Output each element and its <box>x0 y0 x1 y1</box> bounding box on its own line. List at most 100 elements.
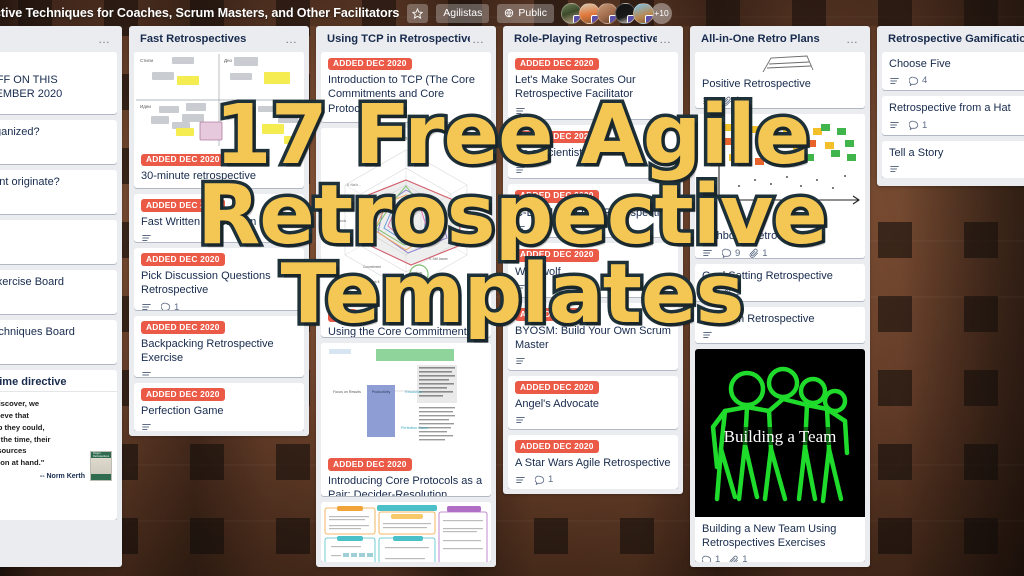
description-badge <box>889 164 900 174</box>
card-werewolf[interactable]: ADDED DEC 2020 Werewolf <box>508 243 678 297</box>
book-cover-thumbnail: Project Retrospectives <box>90 450 112 481</box>
card-building-a-new-team[interactable]: Building a Team Building a New Team Usin… <box>695 348 865 562</box>
board-header: ctive Techniques for Coaches, Scrum Mast… <box>0 0 1024 26</box>
card-label: ADDED DEC 2020 <box>515 381 599 394</box>
card-badges: 1 <box>515 474 671 485</box>
card-assessment-techniques-board[interactable]: sment Techniques Board <box>0 320 117 364</box>
card-retrospective-from-a-hat[interactable]: Retrospective from a Hat 1 <box>882 96 1024 135</box>
card-program-retrospective[interactable]: Program Retrospective <box>695 306 865 343</box>
list-title: All-in-One Retro Plans <box>701 33 820 45</box>
list-header: All-in-One Retro Plans … <box>695 32 865 52</box>
list-header: Using TCP in Retrospectives … <box>321 32 491 52</box>
sketch-top-cover <box>695 52 865 72</box>
description-badge <box>515 165 526 175</box>
card-angels-advocate[interactable]: ADDED DEC 2020 Angel's Advocate <box>508 375 678 429</box>
card-c-level-for-a-day[interactable]: ADDED DEC 2020 C-Level for a Day Retrosp… <box>508 184 678 238</box>
quote-line: d the best job they could, <box>0 422 45 432</box>
list-menu-icon[interactable]: … <box>844 33 861 45</box>
avatar[interactable] <box>633 2 655 24</box>
card-done-exercise-board[interactable]: f Done Exercise Board <box>0 270 117 314</box>
avatar-more-count[interactable]: +10 <box>651 2 673 24</box>
comment-count: 4 <box>922 75 928 87</box>
template-sheet-cover <box>321 501 491 562</box>
card-label: ADDED DEC 2020 <box>141 253 225 266</box>
svg-text:6. Not h...: 6. Not h... <box>347 183 361 187</box>
card-choose-five[interactable]: Choose Five 4 <box>882 52 1024 91</box>
card-title: Introduction to TCP (The Core Commitment… <box>328 74 475 115</box>
card-container: ADDED DEC 2020 Let's Make Socrates Our R… <box>508 52 678 489</box>
card-byosm[interactable]: ADDED DEC 2020 BYOSM: Build Your Own Scr… <box>508 302 678 370</box>
card-title: Introducing Core Protocols as a Pair: De… <box>328 474 483 496</box>
card-scatter-retrospective[interactable]: Fishbone Retrospective 9 1 <box>695 114 865 258</box>
list-menu-icon[interactable]: … <box>283 33 300 45</box>
prime-directive-quote-cover: of what we discover, we and truly believ… <box>0 391 117 484</box>
card-title: Be a Scientist <box>515 147 583 160</box>
card-goal-retrospective[interactable]: Goal Setting Retrospective 1 <box>695 263 865 301</box>
card-title: rd <box>0 225 110 239</box>
card-tell-a-story[interactable]: Tell a Story <box>882 140 1024 178</box>
card-title: 30-minute retrospective <box>141 170 256 183</box>
card-retro-template-sheet[interactable] <box>321 501 491 562</box>
comment-badge: 1 <box>909 120 927 131</box>
card-badges <box>515 165 671 175</box>
card-title: Building a New Team Using Retrospectives… <box>702 522 837 550</box>
card-title: Werewolf <box>515 265 561 278</box>
card-intro-to-tcp[interactable]: ADDED DEC 2020 Introduction to TCP (The … <box>321 52 491 123</box>
card-pick-discussion-questions[interactable]: ADDED DEC 2020 Pick Discussion Questions… <box>134 247 304 310</box>
card-title: Let's Make Socrates Our Retrospective Fa… <box>515 74 636 101</box>
svg-text:Commitment: Commitment <box>363 265 381 269</box>
list-menu-icon[interactable]: … <box>96 33 113 45</box>
avatar-badge <box>645 14 654 23</box>
card-title: the content originate? <box>0 176 60 188</box>
star-icon[interactable] <box>407 3 429 23</box>
description-badge <box>702 96 713 106</box>
list-menu-icon[interactable]: … <box>657 33 674 45</box>
list-using-tcp: Using TCP in Retrospectives … ADDED DEC … <box>316 26 496 567</box>
card-perfection-game[interactable]: ADDED DEC 2020 Perfection Game <box>134 382 304 431</box>
card-socrates-facilitator[interactable]: ADDED DEC 2020 Let's Make Socrates Our R… <box>508 52 678 120</box>
card-badges <box>889 164 1024 174</box>
card-backpacking-retrospective[interactable]: ADDED DEC 2020 Backpacking Retrospective… <box>134 315 304 377</box>
card-positive-retrospective[interactable]: Positive Retrospective 1 <box>695 52 865 109</box>
card-badges <box>515 224 671 234</box>
card-title: Angel's Advocate <box>515 398 600 410</box>
card-be-a-scientist[interactable]: ADDED DEC 2020 Be a Scientist <box>508 125 678 179</box>
card-badges <box>515 415 671 425</box>
card-prime-directive[interactable]: ective prime directive of what we discov… <box>0 370 117 521</box>
attachment-count: 1 <box>735 286 741 298</box>
card-title: Perfection Game <box>141 404 224 417</box>
card-badges: 1 1 <box>702 554 858 562</box>
card-30-minute-retrospective[interactable]: Стили Дно Идеи Проблемы <box>134 52 304 188</box>
list-title: Retrospective Gamification <box>888 33 1024 45</box>
card-using-core-commitments[interactable]: Core Commitments 6. Not h... Core Protoc… <box>321 128 491 337</box>
card-decider-resolution[interactable]: Productivity Focus on Results Resolution… <box>321 342 491 496</box>
team-label: Agilistas <box>443 7 483 19</box>
card-star-wars-retrospective[interactable]: ADDED DEC 2020 A Star Wars Agile Retrosp… <box>508 434 678 489</box>
list-menu-icon[interactable]: … <box>470 33 487 45</box>
card-title: Pick Discussion Questions Retrospective <box>141 269 271 297</box>
description-badge <box>702 330 713 340</box>
list-title: Using TCP in Retrospectives <box>327 33 470 45</box>
visibility-button[interactable]: Public <box>497 3 555 23</box>
card-label: ADDED DEC 2020 <box>515 189 599 203</box>
card-board-organized[interactable]: board organized? <box>0 120 117 164</box>
card-badges: 1 <box>141 302 297 310</box>
list-role-playing: Role-Playing Retrospectives … ADDED DEC … <box>503 26 683 494</box>
card-container: Choose Five 4 Retrospective from a Hat 1… <box>882 52 1024 178</box>
card-badges <box>141 422 297 431</box>
card-fast-written-brainstorm[interactable]: ADDED DEC 2020 Fast Written Brainstorm <box>134 193 304 242</box>
card-title: Tell a Story <box>889 146 944 159</box>
svg-text:Perfection Game: Perfection Game <box>401 426 428 430</box>
card-new-stuff[interactable]: C 2020 EW STUFF ON THIS OF DECEMBER 2020 <box>0 52 117 114</box>
list-title: Fast Retrospectives <box>140 33 247 45</box>
card-label: ADDED DEC 2020 <box>515 308 599 321</box>
team-button[interactable]: Agilistas <box>436 3 490 23</box>
attachment-badge: 1 <box>729 554 748 562</box>
card-title: Fishbone Retrospective <box>702 230 818 243</box>
description-badge <box>141 233 152 242</box>
svg-text:Core Protocols: Core Protocols <box>325 219 346 223</box>
description-badge <box>702 287 713 297</box>
card-content-originate[interactable]: the content originate? <box>0 170 117 214</box>
card-who-created[interactable]: rd <box>0 220 117 264</box>
card-container: Positive Retrospective 1 Fishbone Retros… <box>695 52 865 562</box>
